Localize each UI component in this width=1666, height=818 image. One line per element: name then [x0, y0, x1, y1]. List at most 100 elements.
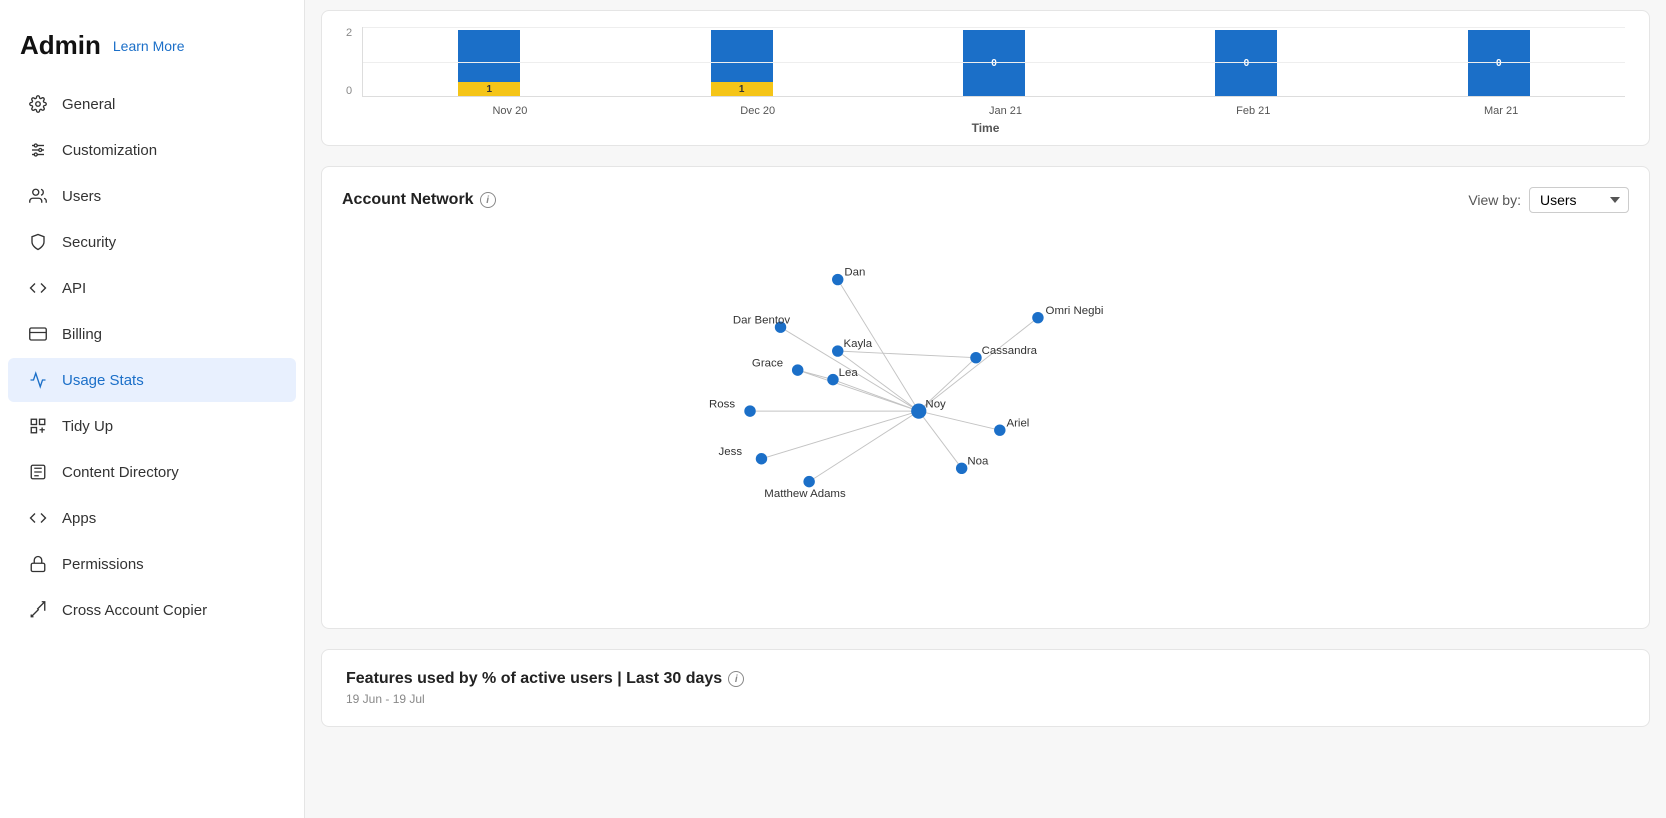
users-icon: [28, 186, 48, 206]
label-lea: Lea: [839, 367, 859, 379]
network-info-icon[interactable]: i: [480, 192, 496, 208]
node-lea[interactable]: [827, 374, 838, 385]
node-noa[interactable]: [956, 463, 967, 474]
sidebar-header: Admin Learn More: [0, 20, 304, 81]
copy-icon: [28, 600, 48, 620]
sidebar-label-permissions: Permissions: [62, 556, 144, 573]
sidebar-item-cross-account-copier[interactable]: Cross Account Copier: [8, 588, 296, 632]
chart-y-label-0: 0: [346, 85, 352, 97]
chart-x-label-mar21: Mar 21: [1377, 105, 1625, 117]
sidebar-item-users[interactable]: Users: [8, 174, 296, 218]
features-date-range: 19 Jun - 19 Jul: [346, 692, 1625, 706]
sidebar-label-tidy-up: Tidy Up: [62, 418, 113, 435]
chart-line-icon: [28, 370, 48, 390]
main-content: 2 0 1 1: [305, 0, 1666, 818]
bar-group-jan21: 0: [868, 30, 1120, 96]
bar-blue-dec20: [711, 30, 773, 82]
label-noa: Noa: [967, 455, 989, 467]
sidebar-item-api[interactable]: API: [8, 266, 296, 310]
bar-blue-nov20: [458, 30, 520, 82]
features-card: Features used by % of active users | Las…: [321, 649, 1650, 727]
chart-x-title: Time: [346, 121, 1625, 135]
label-ross: Ross: [709, 398, 735, 410]
sidebar-nav: General Customization Users Security: [0, 81, 304, 633]
bar-group-nov20: 1: [363, 30, 615, 96]
shield-icon: [28, 232, 48, 252]
node-ross[interactable]: [744, 405, 755, 416]
tidy-icon: [28, 416, 48, 436]
sidebar-item-tidy-up[interactable]: Tidy Up: [8, 404, 296, 448]
account-network-card: Account Network i View by: Users Groups …: [321, 166, 1650, 629]
sidebar-label-api: API: [62, 280, 86, 297]
node-jess[interactable]: [756, 453, 767, 464]
node-omri[interactable]: [1032, 312, 1043, 323]
label-ariel: Ariel: [1006, 417, 1029, 429]
sidebar-label-content-directory: Content Directory: [62, 464, 179, 481]
node-kayla[interactable]: [832, 345, 843, 356]
sidebar-label-cross-account-copier: Cross Account Copier: [62, 602, 207, 619]
network-graph: Dan Omri Negbi Dar Bentov Kayla Cassandr…: [342, 223, 1629, 603]
chart-y-label-2: 2: [346, 27, 352, 39]
node-matthew[interactable]: [803, 476, 814, 487]
label-cassandra: Cassandra: [982, 345, 1038, 357]
network-card-header: Account Network i View by: Users Groups …: [342, 187, 1629, 213]
view-by-container: View by: Users Groups Domains: [1468, 187, 1629, 213]
label-kayla: Kayla: [843, 338, 872, 350]
chart-card: 2 0 1 1: [321, 10, 1650, 146]
learn-more-link[interactable]: Learn More: [113, 38, 185, 54]
chart-x-label-dec20: Dec 20: [634, 105, 882, 117]
network-title: Account Network i: [342, 191, 496, 209]
sidebar-label-usage-stats: Usage Stats: [62, 372, 144, 389]
api-icon: [28, 278, 48, 298]
label-matthew: Matthew Adams: [764, 488, 846, 500]
node-cassandra[interactable]: [970, 352, 981, 363]
label-grace: Grace: [752, 357, 783, 369]
sidebar-item-apps[interactable]: Apps: [8, 496, 296, 540]
chart-x-label-feb21: Feb 21: [1129, 105, 1377, 117]
bar-group-feb21: 0: [1120, 30, 1372, 96]
sidebar-label-general: General: [62, 96, 115, 113]
node-grace[interactable]: [792, 364, 803, 375]
features-info-icon[interactable]: i: [728, 671, 744, 687]
credit-card-icon: [28, 324, 48, 344]
view-by-select[interactable]: Users Groups Domains: [1529, 187, 1629, 213]
code-icon: [28, 508, 48, 528]
admin-title: Admin: [20, 30, 101, 61]
sidebar-item-general[interactable]: General: [8, 82, 296, 126]
label-noy: Noy: [925, 398, 946, 410]
bar-group-mar21: 0: [1373, 30, 1625, 96]
sidebar-label-apps: Apps: [62, 510, 96, 527]
label-omri: Omri Negbi: [1046, 305, 1104, 317]
node-dan[interactable]: [832, 274, 843, 285]
sidebar: Admin Learn More General Customization U…: [0, 0, 305, 818]
bar-blue-jan21: 0: [963, 30, 1025, 96]
sidebar-item-security[interactable]: Security: [8, 220, 296, 264]
node-ariel[interactable]: [994, 424, 1005, 435]
chart-x-label-jan21: Jan 21: [882, 105, 1130, 117]
chart-x-label-nov20: Nov 20: [386, 105, 634, 117]
sidebar-label-customization: Customization: [62, 142, 157, 159]
sidebar-item-billing[interactable]: Billing: [8, 312, 296, 356]
sidebar-item-content-directory[interactable]: Content Directory: [8, 450, 296, 494]
view-by-label: View by:: [1468, 192, 1521, 208]
lock-icon: [28, 554, 48, 574]
sidebar-item-permissions[interactable]: Permissions: [8, 542, 296, 586]
sidebar-item-usage-stats[interactable]: Usage Stats: [8, 358, 296, 402]
bar-blue-mar21: 0: [1468, 30, 1530, 96]
features-title: Features used by % of active users | Las…: [346, 670, 1625, 688]
content-directory-icon: [28, 462, 48, 482]
sidebar-label-users: Users: [62, 188, 101, 205]
bar-group-dec20: 1: [616, 30, 868, 96]
sidebar-label-billing: Billing: [62, 326, 102, 343]
label-jess: Jess: [719, 446, 743, 458]
sidebar-item-customization[interactable]: Customization: [8, 128, 296, 172]
sliders-icon: [28, 140, 48, 160]
label-dan: Dan: [844, 267, 865, 279]
bar-yellow-dec20: 1: [711, 82, 773, 96]
node-noy[interactable]: [911, 403, 926, 418]
gear-icon: [28, 94, 48, 114]
bar-blue-feb21: 0: [1215, 30, 1277, 96]
bar-yellow-nov20: 1: [458, 82, 520, 96]
label-dar: Dar Bentov: [733, 314, 790, 326]
sidebar-label-security: Security: [62, 234, 116, 251]
